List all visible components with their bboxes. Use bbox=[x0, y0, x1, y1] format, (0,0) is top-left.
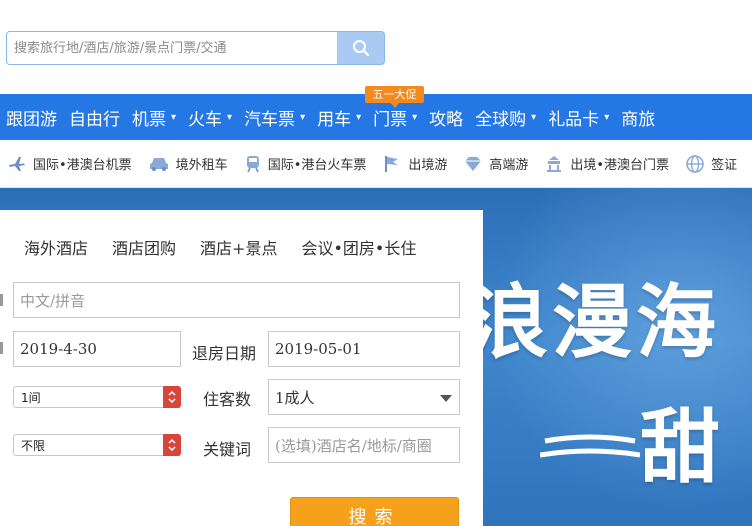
nav-item-independent[interactable]: 自由行 bbox=[63, 94, 126, 140]
nav-item-global-shopping[interactable]: 全球购 ▾ bbox=[469, 94, 542, 140]
diamond-icon bbox=[465, 156, 482, 171]
search-box bbox=[6, 31, 385, 65]
checkin-date-input[interactable]: 2019-4-30 bbox=[13, 331, 181, 367]
nav-label: 攻略 bbox=[429, 109, 464, 130]
hotel-search-panel: 海外酒店 酒店团购 酒店+景点 会议•团房•长住 中文/拼音 2019-4-30… bbox=[0, 210, 483, 526]
sub-nav-intl-tickets[interactable]: 出境•港澳台门票 bbox=[537, 154, 678, 173]
sub-nav-label: 高端游 bbox=[489, 158, 529, 173]
sub-nav-visa[interactable]: 签证 bbox=[678, 154, 746, 173]
checkout-date-input[interactable]: 2019-05-01 bbox=[268, 331, 460, 367]
hotel-search-button[interactable]: 搜索 bbox=[290, 497, 459, 526]
sub-nav-label: 境外租车 bbox=[175, 158, 228, 173]
checkout-label: 退房日期 bbox=[192, 344, 257, 363]
search-input[interactable] bbox=[7, 32, 337, 64]
guests-label: 住客数 bbox=[203, 390, 252, 409]
chevron-down-icon: ▾ bbox=[531, 111, 537, 123]
dropdown-arrow-icon bbox=[440, 395, 452, 402]
keyword-input[interactable]: (选填)酒店名/地标/商圈 bbox=[268, 427, 460, 463]
nav-label: 自由行 bbox=[69, 109, 120, 130]
sub-nav-label: 国际•港台火车票 bbox=[267, 158, 367, 173]
sub-nav-label: 国际•港澳台机票 bbox=[33, 158, 132, 173]
search-button[interactable] bbox=[337, 32, 384, 64]
plane-icon bbox=[9, 156, 25, 171]
globe-icon bbox=[686, 154, 704, 173]
price-value: 不限 bbox=[21, 438, 46, 453]
tab-meeting-group-longstay[interactable]: 会议•团房•长住 bbox=[301, 235, 416, 259]
sub-nav-luxury-tours[interactable]: 高端游 bbox=[456, 154, 537, 173]
search-icon bbox=[352, 40, 369, 57]
sub-nav-label: 出境游 bbox=[408, 158, 448, 173]
page: 五一大促 跟团游 自由行 机票 ▾ 火车 ▾ 汽车票 ▾ 用车 ▾ 门票 ▾ 攻略 全球购… bbox=[0, 0, 752, 526]
car-icon bbox=[149, 157, 168, 171]
nav-item-flights[interactable]: 机票 ▾ bbox=[126, 94, 182, 140]
banner-headline: 浪漫海 bbox=[468, 275, 720, 369]
tab-hotel-plus-attraction[interactable]: 酒店+景点 bbox=[200, 235, 277, 259]
keyword-label: 关键词 bbox=[203, 440, 252, 459]
chevron-down-icon: ▾ bbox=[412, 111, 418, 123]
nav-item-guides[interactable]: 攻略 bbox=[423, 94, 469, 140]
destination-input[interactable]: 中文/拼音 bbox=[13, 282, 460, 318]
price-select[interactable]: 不限 bbox=[13, 434, 181, 456]
nav-label: 火车 bbox=[188, 109, 223, 130]
nav-item-bus[interactable]: 汽车票 ▾ bbox=[238, 94, 311, 140]
nav-label: 全球购 bbox=[475, 109, 527, 130]
stepper-arrows-icon bbox=[163, 434, 181, 456]
nav-label: 跟团游 bbox=[6, 109, 57, 130]
banner-wave-lines bbox=[540, 434, 640, 458]
stepper-arrows-icon bbox=[163, 386, 181, 408]
train-icon bbox=[246, 155, 259, 172]
tab-hotel-group-buy[interactable]: 酒店团购 bbox=[112, 235, 176, 259]
rooms-select[interactable]: 1间 bbox=[13, 386, 181, 408]
tab-overseas-hotels[interactable]: 海外酒店 bbox=[24, 235, 88, 259]
guests-select[interactable]: 1成人 bbox=[268, 379, 460, 415]
guests-value: 1成人 bbox=[275, 388, 315, 407]
hotel-tabs: 海外酒店 酒店团购 酒店+景点 会议•团房•长住 bbox=[0, 210, 483, 284]
chevron-down-icon: ▾ bbox=[171, 111, 177, 123]
nav-label: 商旅 bbox=[621, 109, 656, 130]
nav-label: 用车 bbox=[317, 109, 352, 130]
nav-label: 门票 bbox=[373, 109, 408, 130]
sub-nav-label: 出境•港澳台门票 bbox=[570, 158, 670, 173]
label-edge bbox=[0, 342, 3, 354]
chevron-down-icon: ▾ bbox=[300, 111, 306, 123]
nav-item-business[interactable]: 商旅 bbox=[615, 94, 661, 140]
nav-item-group-tour[interactable]: 跟团游 bbox=[0, 94, 63, 140]
sub-nav-intl-flights[interactable]: 国际•港澳台机票 bbox=[0, 154, 141, 173]
promo-badge: 五一大促 bbox=[365, 86, 424, 108]
nav-label: 机票 bbox=[132, 109, 166, 130]
sub-nav-outbound-tours[interactable]: 出境游 bbox=[375, 154, 456, 173]
nav-label: 汽车票 bbox=[244, 109, 296, 130]
nav-item-car[interactable]: 用车 ▾ bbox=[311, 94, 367, 140]
sub-nav-car-rental[interactable]: 境外租车 bbox=[141, 154, 237, 173]
sub-nav-label: 签证 bbox=[711, 158, 738, 173]
nav-item-gift-card[interactable]: 礼品卡 ▾ bbox=[542, 94, 615, 140]
header bbox=[0, 0, 752, 94]
flag-icon bbox=[385, 155, 399, 172]
sub-nav: 国际•港澳台机票 境外租车 国际•港台火车票 出境游 高端游 出境•港澳台门票 … bbox=[0, 140, 752, 188]
chevron-down-icon: ▾ bbox=[227, 111, 233, 123]
sub-nav-intl-trains[interactable]: 国际•港台火车票 bbox=[237, 154, 376, 173]
chevron-down-icon: ▾ bbox=[604, 111, 610, 123]
banner-subline: 甜 bbox=[640, 400, 720, 494]
rooms-value: 1间 bbox=[21, 390, 41, 405]
nav-item-train[interactable]: 火车 ▾ bbox=[182, 94, 238, 140]
chevron-down-icon: ▾ bbox=[356, 111, 362, 123]
label-edge bbox=[0, 294, 3, 306]
ticket-icon bbox=[547, 155, 562, 172]
nav-label: 礼品卡 bbox=[548, 109, 600, 130]
